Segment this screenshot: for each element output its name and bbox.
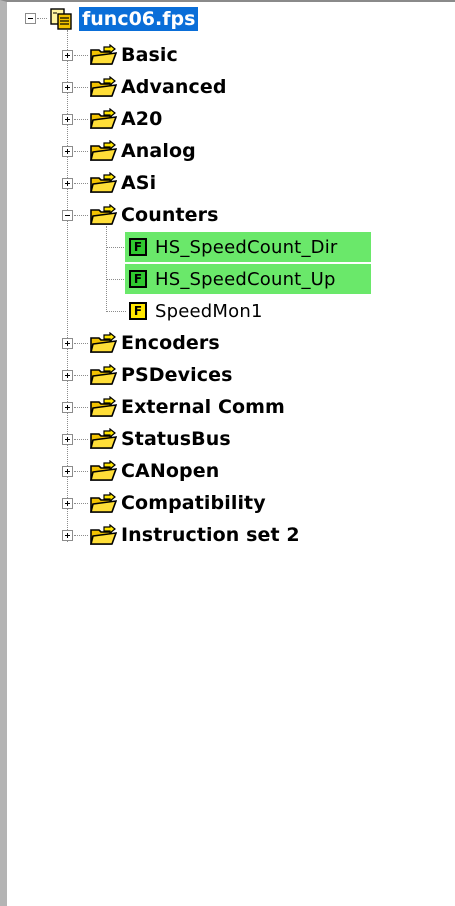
function-block-icon: F — [129, 270, 147, 288]
tree-function-block[interactable]: F HS_SpeedCount_Dir — [125, 232, 371, 262]
tree-connector — [37, 18, 47, 19]
folder-label: ASi — [121, 172, 157, 194]
tree-connector — [74, 87, 88, 88]
folder-label: Advanced — [121, 76, 227, 98]
folder-label: Analog — [121, 140, 196, 162]
folder-label: Basic — [121, 44, 178, 66]
folder-label: External Comm — [121, 396, 285, 418]
open-folder-icon — [89, 396, 117, 418]
expand-toggle[interactable] — [62, 530, 73, 541]
expand-toggle[interactable] — [62, 466, 73, 477]
expand-toggle[interactable] — [62, 402, 73, 413]
tree-folder-a20[interactable]: A20 — [89, 106, 162, 132]
open-folder-icon — [89, 332, 117, 354]
tree-connector — [106, 226, 107, 310]
open-folder-icon — [89, 460, 117, 482]
tree-connector — [106, 247, 126, 248]
tree-connector — [74, 439, 88, 440]
folder-label: CANopen — [121, 460, 220, 482]
open-folder-icon — [89, 44, 117, 66]
expand-toggle[interactable] — [62, 434, 73, 445]
tree-folder-statusbus[interactable]: StatusBus — [89, 426, 231, 452]
open-folder-icon — [89, 204, 117, 226]
folder-label: Encoders — [121, 332, 220, 354]
collapse-toggle[interactable] — [25, 13, 36, 24]
tree-folder-instruction-set-2[interactable]: Instruction set 2 — [89, 522, 300, 548]
tree-connector — [74, 343, 88, 344]
expand-toggle[interactable] — [62, 338, 73, 349]
folder-label: PSDevices — [121, 364, 233, 386]
expand-toggle[interactable] — [62, 50, 73, 61]
tree-connector — [74, 119, 88, 120]
open-folder-icon — [89, 428, 117, 450]
tree-connector — [74, 375, 88, 376]
tree-connector — [106, 311, 126, 312]
tree-folder-basic[interactable]: Basic — [89, 42, 178, 68]
tree-root-node[interactable]: func06.fps — [49, 6, 199, 32]
function-block-icon: F — [129, 302, 147, 320]
project-tree-panel[interactable]: func06.fps Basic Advanced A20 Analog ASi… — [0, 0, 455, 906]
expand-toggle[interactable] — [62, 114, 73, 125]
open-folder-icon — [89, 172, 117, 194]
function-block-label: HS_SpeedCount_Dir — [155, 236, 338, 258]
function-block-icon: F — [129, 238, 147, 256]
folder-label: A20 — [121, 108, 163, 130]
expand-toggle[interactable] — [62, 146, 73, 157]
expand-toggle[interactable] — [62, 370, 73, 381]
tree-folder-asi[interactable]: ASi — [89, 170, 156, 196]
function-block-label: SpeedMon1 — [155, 300, 263, 322]
tree-connector — [106, 279, 126, 280]
tree-folder-canopen[interactable]: CANopen — [89, 458, 219, 484]
tree-connector — [74, 535, 88, 536]
tree-function-block[interactable]: F HS_SpeedCount_Up — [125, 264, 371, 294]
tree-connector — [74, 183, 88, 184]
expand-toggle[interactable] — [62, 178, 73, 189]
folder-label: Compatibility — [121, 492, 266, 514]
function-block-label: HS_SpeedCount_Up — [155, 268, 336, 290]
folder-label: StatusBus — [121, 428, 231, 450]
tree-folder-analog[interactable]: Analog — [89, 138, 196, 164]
folder-label: Counters — [121, 204, 219, 226]
open-folder-icon — [89, 76, 117, 98]
tree-connector — [74, 503, 88, 504]
root-label: func06.fps — [79, 7, 199, 31]
tree-folder-encoders[interactable]: Encoders — [89, 330, 220, 356]
tree-connector — [74, 55, 88, 56]
tree-connector — [74, 471, 88, 472]
tree-function-block[interactable]: F SpeedMon1 — [125, 296, 263, 326]
tree-connector — [74, 215, 88, 216]
open-folder-icon — [89, 492, 117, 514]
tree-connector — [74, 407, 88, 408]
open-folder-icon — [89, 524, 117, 546]
tree-folder-psdevices[interactable]: PSDevices — [89, 362, 233, 388]
open-folder-icon — [89, 140, 117, 162]
tree-folder-counters[interactable]: Counters — [89, 202, 219, 228]
tree-folder-external-comm[interactable]: External Comm — [89, 394, 285, 420]
project-file-icon — [49, 8, 73, 30]
tree-folder-compatibility[interactable]: Compatibility — [89, 490, 266, 516]
expand-toggle[interactable] — [62, 82, 73, 93]
tree-folder-advanced[interactable]: Advanced — [89, 74, 227, 100]
folder-label: Instruction set 2 — [121, 524, 300, 546]
open-folder-icon — [89, 108, 117, 130]
collapse-toggle[interactable] — [62, 210, 73, 221]
open-folder-icon — [89, 364, 117, 386]
tree-connector — [74, 151, 88, 152]
expand-toggle[interactable] — [62, 498, 73, 509]
